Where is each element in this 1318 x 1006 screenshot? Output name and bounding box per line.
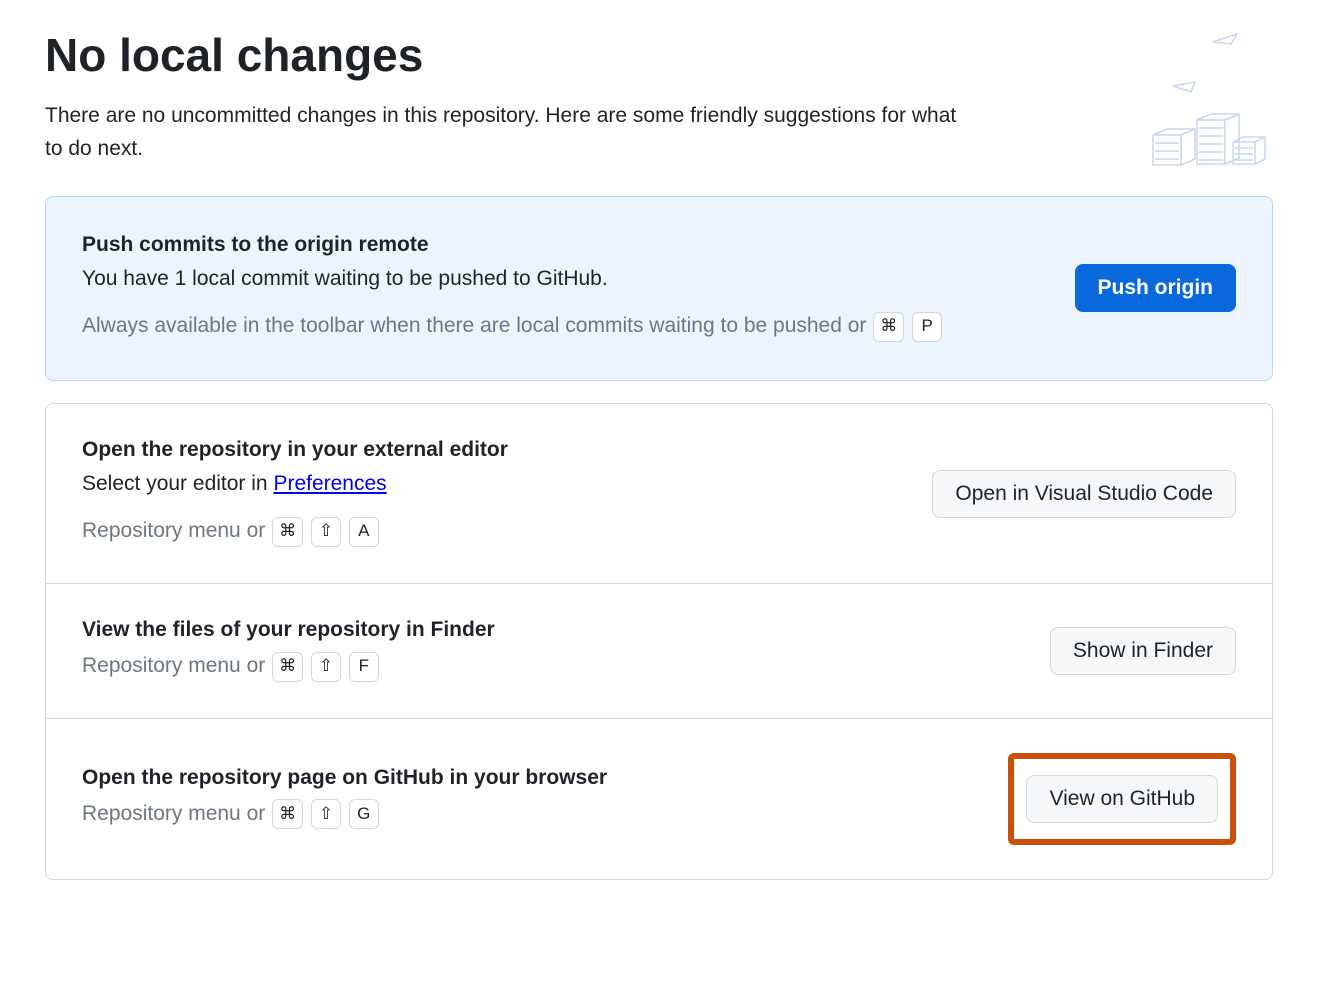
view-github-heading: Open the repository page on GitHub in yo… [82, 766, 978, 790]
show-finder-hint: Repository menu or ⌘ ⇧ F [82, 648, 1020, 684]
paper-stack-illustration [1093, 30, 1273, 180]
kbd-cmd: ⌘ [272, 517, 303, 547]
push-commits-heading: Push commits to the origin remote [82, 233, 1045, 257]
push-commits-hint: Always available in the toolbar when the… [82, 308, 1045, 344]
open-editor-desc-prefix: Select your editor in [82, 472, 273, 495]
show-finder-text: View the files of your repository in Fin… [82, 618, 1020, 684]
kbd-cmd: ⌘ [873, 312, 904, 342]
page-subtitle: There are no uncommitted changes in this… [45, 99, 975, 166]
show-in-finder-button[interactable]: Show in Finder [1050, 627, 1236, 675]
push-commits-text: Push commits to the origin remote You ha… [82, 233, 1045, 344]
view-github-hint-text: Repository menu or [82, 802, 271, 825]
push-origin-button[interactable]: Push origin [1075, 264, 1237, 312]
open-vscode-button[interactable]: Open in Visual Studio Code [932, 470, 1236, 518]
push-commits-desc: You have 1 local commit waiting to be pu… [82, 263, 1045, 295]
kbd-f: F [349, 652, 379, 682]
open-editor-hint-text: Repository menu or [82, 519, 271, 542]
push-commits-card: Push commits to the origin remote You ha… [45, 196, 1273, 381]
kbd-shift: ⇧ [311, 652, 341, 682]
header: No local changes There are no uncommitte… [45, 30, 1273, 166]
view-github-hint: Repository menu or ⌘ ⇧ G [82, 796, 978, 832]
push-hint-text: Always available in the toolbar when the… [82, 314, 872, 337]
view-on-github-highlight: View on GitHub [1008, 753, 1236, 845]
kbd-p: P [912, 312, 942, 342]
view-github-text: Open the repository page on GitHub in yo… [82, 766, 978, 832]
show-finder-heading: View the files of your repository in Fin… [82, 618, 1020, 642]
kbd-shift: ⇧ [311, 517, 341, 547]
page-title: No local changes [45, 30, 1273, 81]
kbd-shift: ⇧ [311, 799, 341, 829]
kbd-g: G [349, 799, 379, 829]
view-on-github-button[interactable]: View on GitHub [1026, 775, 1218, 823]
show-finder-hint-text: Repository menu or [82, 654, 271, 677]
view-github-card: Open the repository page on GitHub in yo… [46, 718, 1272, 879]
kbd-cmd: ⌘ [272, 652, 303, 682]
open-editor-text: Open the repository in your external edi… [82, 438, 902, 549]
suggestion-list: Open the repository in your external edi… [45, 403, 1273, 880]
open-editor-hint: Repository menu or ⌘ ⇧ A [82, 513, 902, 549]
open-editor-card: Open the repository in your external edi… [46, 404, 1272, 583]
kbd-cmd: ⌘ [272, 799, 303, 829]
kbd-a: A [349, 517, 379, 547]
open-editor-desc: Select your editor in Preferences [82, 468, 902, 500]
show-finder-card: View the files of your repository in Fin… [46, 583, 1272, 718]
open-editor-heading: Open the repository in your external edi… [82, 438, 902, 462]
preferences-link[interactable]: Preferences [273, 472, 386, 495]
